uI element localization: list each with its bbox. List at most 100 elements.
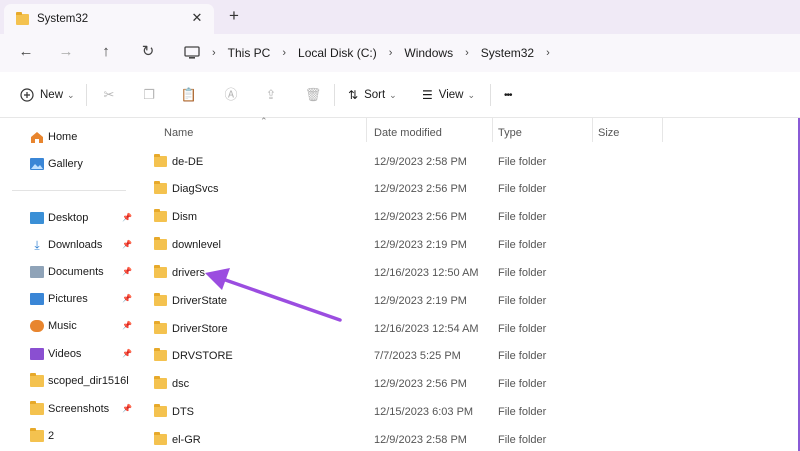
file-date: 12/15/2023 6:03 PM [374,406,474,418]
sidebar-item-downloads[interactable]: ⤓ Downloads [30,235,136,255]
gallery-icon [30,158,44,170]
view-button[interactable]: ☰ View ⌄ [422,85,475,105]
column-header-date[interactable]: Date modified [374,122,442,144]
table-row[interactable]: DriverStore 12/16/2023 12:54 AM File fol… [154,319,794,341]
sidebar-item-label: Videos [48,348,82,360]
table-row[interactable]: Dism 12/9/2023 2:56 PM File folder [154,207,794,229]
toolbar-divider [86,84,87,106]
sidebar-item-label: 2 [48,430,55,442]
folder-icon [154,376,167,389]
sort-label: Sort [364,89,386,101]
new-tab-button[interactable]: + [226,7,242,24]
breadcrumb-this-pc[interactable]: This PC [228,46,271,60]
file-date: 12/9/2023 2:19 PM [374,295,467,307]
sidebar-item-videos[interactable]: Videos [30,344,136,364]
sidebar-item-documents[interactable]: Documents [30,262,136,282]
column-header-name[interactable]: Name [164,122,193,144]
documents-icon [30,266,44,278]
column-divider[interactable] [662,118,663,142]
command-bar: New ⌄ ✂ ❐ 📋 Ⓐ ⇪ 🗑 ⇅ Sort ⌄ ☰ View ⌄ ••• [0,72,800,118]
sidebar-item-label: Screenshots [48,403,110,415]
table-row[interactable]: DTS 12/15/2023 6:03 PM File folder [154,402,794,424]
this-pc-icon [184,46,200,59]
sidebar-item-label: Gallery [48,158,83,170]
chevron-down-icon: ⌄ [467,89,476,100]
file-name: DiagSvcs [172,183,219,195]
file-type: File folder [498,211,547,223]
file-type: File folder [498,378,547,390]
address-bar[interactable]: › This PC › Local Disk (C:) › Windows › … [172,38,798,68]
column-divider[interactable] [366,118,367,142]
folder-icon [154,404,167,417]
table-row[interactable]: DriverState 12/9/2023 2:19 PM File folde… [154,291,794,313]
column-divider[interactable] [492,118,493,142]
column-divider[interactable] [592,118,593,142]
folder-icon [30,401,44,415]
more-options-button[interactable]: ••• [504,85,512,105]
file-type: File folder [498,183,547,195]
file-date: 7/7/2023 5:25 PM [374,350,461,362]
table-row[interactable]: DRVSTORE 7/7/2023 5:25 PM File folder [154,346,794,368]
pin-icon: 📌 [122,240,132,249]
breadcrumb-local-disk[interactable]: Local Disk (C:) [298,46,377,60]
breadcrumb-system32[interactable]: System32 [481,46,534,60]
home-icon [31,132,43,143]
table-row[interactable]: DiagSvcs 12/9/2023 2:56 PM File folder [154,179,794,201]
sidebar-item-label: Home [48,131,78,143]
sort-button[interactable]: ⇅ Sort ⌄ [348,85,397,105]
table-row[interactable]: el-GR 12/9/2023 2:58 PM File folder [154,430,794,451]
share-icon[interactable]: ⇪ [262,86,280,104]
view-label: View [438,89,464,101]
folder-icon [154,265,167,278]
breadcrumb-separator: › [465,47,469,59]
sidebar-item-2[interactable]: 2 [30,426,136,446]
breadcrumb-windows[interactable]: Windows [404,46,453,60]
sidebar-item-scoped-dir[interactable]: scoped_dir1516l [30,371,136,391]
column-header-type[interactable]: Type [498,122,522,144]
delete-icon[interactable]: 🗑 [304,86,322,104]
file-date: 12/16/2023 12:54 AM [374,323,479,335]
sidebar-item-home[interactable]: Home [30,127,136,147]
paste-icon[interactable]: 📋 [180,86,198,104]
tab-system32[interactable]: System32 ✕ [4,4,214,34]
column-header-size[interactable]: Size [598,122,619,144]
table-row[interactable]: de-DE 12/9/2023 2:58 PM File folder [154,152,794,174]
file-type: File folder [498,434,547,446]
copy-icon[interactable]: ❐ [140,86,158,104]
folder-icon [30,428,44,442]
desktop-icon [30,212,44,224]
table-row[interactable]: drivers 12/16/2023 12:50 AM File folder [154,263,794,285]
downloads-icon: ⤓ [34,238,40,252]
pictures-icon [30,293,44,305]
back-button[interactable]: ← [16,42,36,62]
folder-icon [154,321,167,334]
table-row[interactable]: dsc 12/9/2023 2:56 PM File folder [154,374,794,396]
folder-icon [30,373,44,387]
sidebar-item-desktop[interactable]: Desktop [30,208,136,228]
sidebar-item-screenshots[interactable]: Screenshots [30,399,136,419]
up-button[interactable]: ↑ [96,42,116,62]
tab-title: System32 [37,13,89,25]
file-name: DRVSTORE [172,350,233,362]
breadcrumb-separator: › [282,47,287,59]
chevron-down-icon: ⌄ [389,89,397,100]
sidebar-item-gallery[interactable]: Gallery [30,154,136,174]
rename-icon[interactable]: Ⓐ [222,86,240,104]
file-name: el-GR [172,434,201,446]
file-date: 12/9/2023 2:56 PM [374,211,467,223]
table-row[interactable]: downlevel 12/9/2023 2:19 PM File folder [154,235,794,257]
sidebar-item-music[interactable]: Music [30,316,136,336]
folder-icon [154,181,167,194]
file-list: ⌃ Name Date modified Type Size de-DE 12/… [140,116,800,451]
file-name: downlevel [172,239,221,251]
sidebar-item-pictures[interactable]: Pictures [30,289,136,309]
file-date: 12/16/2023 12:50 AM [374,267,479,279]
cut-icon[interactable]: ✂ [100,86,118,104]
forward-button[interactable]: → [56,42,76,62]
file-type: File folder [498,350,547,362]
refresh-button[interactable]: ↻ [138,42,158,62]
folder-icon [154,432,167,445]
file-name: de-DE [172,156,204,168]
close-tab-icon[interactable]: ✕ [190,11,204,25]
new-button[interactable]: New ⌄ [20,85,75,105]
